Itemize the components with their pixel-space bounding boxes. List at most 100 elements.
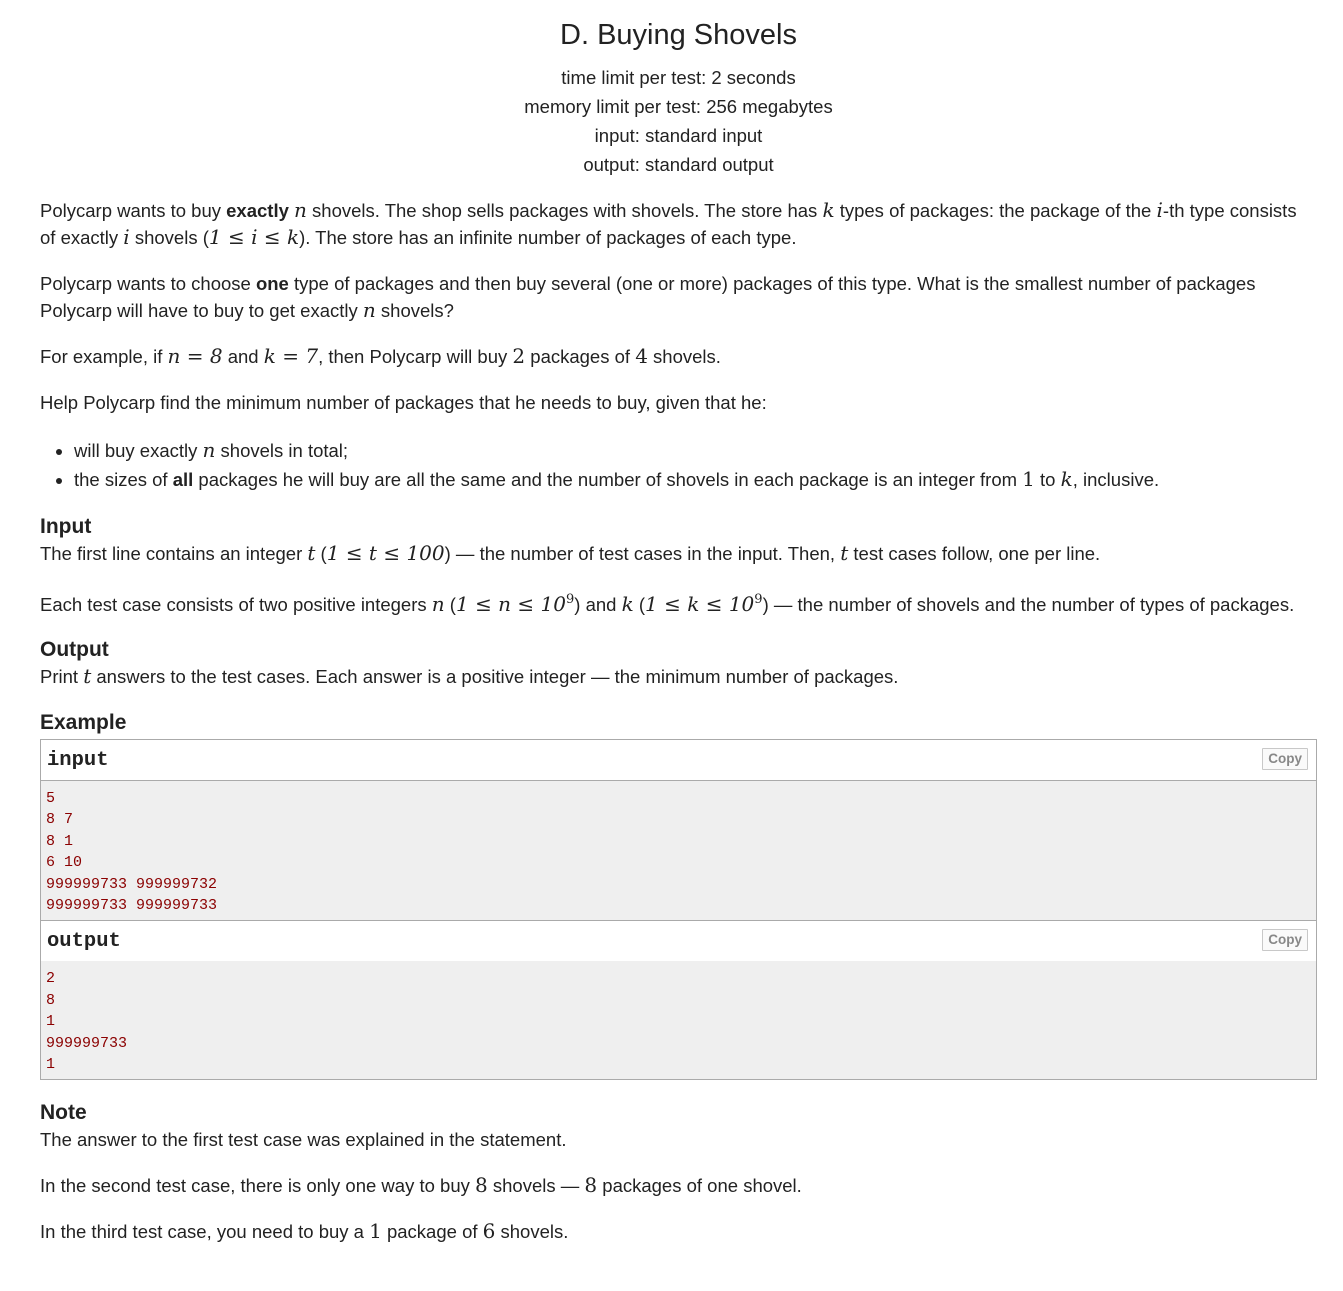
statement-paragraph-1: Polycarp wants to buy exactly n shovels.… <box>40 197 1317 251</box>
math-expr: n = 8 <box>167 344 223 368</box>
statement-paragraph-2: Polycarp wants to choose one type of pac… <box>40 270 1317 324</box>
text: Polycarp wants to buy <box>40 200 227 221</box>
sample-tests: Example input Copy 5 8 7 8 1 6 10 999999733 … <box>40 710 1317 1081</box>
math-exponent: 9 <box>565 592 575 607</box>
note-paragraph-2: In the second test case, there is only o… <box>40 1172 1317 1199</box>
conditions-list: will buy exactly n shovels in total; the… <box>40 436 1317 494</box>
text: shovels. <box>647 346 721 367</box>
text: In the second test case, there is only o… <box>40 1175 476 1197</box>
text: , inclusive. <box>1072 469 1160 490</box>
text: to <box>1034 469 1061 490</box>
problem-page: D. Buying Shovels time limit per test: 2… <box>0 0 1343 1291</box>
input-header: input Copy <box>41 740 1316 781</box>
text: The first line contains an integer <box>40 543 308 564</box>
text: and <box>222 346 264 367</box>
text: shovels — <box>487 1175 585 1197</box>
text: — the number of shovels and the number o… <box>768 594 1295 615</box>
math-var: n <box>362 298 376 322</box>
copy-input-button[interactable]: Copy <box>1262 748 1308 770</box>
math-number: 6 <box>482 1219 496 1244</box>
bold-text: one <box>255 273 289 294</box>
math-var: k <box>621 592 634 616</box>
math-expr: k = 7 <box>263 344 319 368</box>
output-label: output <box>47 930 121 954</box>
text: Each test case consists of two positive … <box>40 594 432 615</box>
note-section: Note The answer to the first test case w… <box>40 1100 1317 1245</box>
text: In the third test case, you need to buy … <box>40 1221 370 1243</box>
note-paragraph-1: The answer to the first test case was ex… <box>40 1129 567 1151</box>
test-line: 1 <box>46 1013 56 1031</box>
problem-statement: D. Buying Shovels time limit per test: 2… <box>40 0 1317 1245</box>
math-number: 2 <box>512 344 526 368</box>
test-line: 8 <box>46 991 56 1009</box>
text: shovels in total; <box>215 440 349 461</box>
test-line: 1 <box>46 1056 56 1074</box>
math-number: 8 <box>475 1173 488 1198</box>
test-line: 8 1 <box>46 832 74 850</box>
problem-header: D. Buying Shovels time limit per test: 2… <box>40 0 1317 179</box>
list-item: will buy exactly n shovels in total; <box>74 436 1317 465</box>
test-line: 999999733 999999733 <box>46 897 218 915</box>
math-var: t <box>83 664 92 688</box>
math-number: 8 <box>584 1173 598 1198</box>
text: packages he will buy are all the same an… <box>193 469 1023 490</box>
list-item: the sizes of all packages he will buy ar… <box>74 465 1317 494</box>
bold-text: exactly <box>226 200 289 221</box>
test-line: 999999733 999999732 <box>46 875 218 893</box>
output-content[interactable]: 2 8 1 999999733 1 <box>41 961 1316 1079</box>
output-specification: Output Print t answers to the test cases… <box>40 637 1317 690</box>
text: shovels ( <box>129 227 209 248</box>
math-exponent: 9 <box>754 592 763 607</box>
memory-limit: memory limit per test: 256 megabytes <box>524 96 833 117</box>
text: ). The store has an infinite number of p… <box>299 227 797 248</box>
statement-paragraph-3: For example, if n = 8 and k = 7, then Po… <box>40 343 1317 370</box>
math-var: n <box>202 438 216 462</box>
output-paragraph: Print t answers to the test cases. Each … <box>40 663 1317 690</box>
statement-paragraph-4: Help Polycarp find the minimum number of… <box>40 392 767 413</box>
test-line: 999999733 <box>46 1034 128 1052</box>
input-specification: Input The first line contains an integer… <box>40 514 1317 618</box>
input-paragraph-2: Each test case consists of two positive … <box>40 592 1295 616</box>
example-title: Example <box>40 711 127 734</box>
text: test cases follow, one per line. <box>848 543 1101 564</box>
problem-title: D. Buying Shovels <box>560 19 797 51</box>
note-paragraph-3: In the third test case, you need to buy … <box>40 1218 1317 1245</box>
test-line: 2 <box>46 970 56 988</box>
bold-text: all <box>172 469 194 490</box>
text: package of <box>381 1221 483 1243</box>
test-line: 6 10 <box>46 854 83 872</box>
input-type: input: standard input <box>594 125 763 146</box>
math-number: 4 <box>635 344 648 368</box>
math-expr: 1 ≤ n ≤ 10 <box>455 592 566 616</box>
text: — the number of test cases in the input.… <box>450 543 841 564</box>
math-expr: 1 ≤ t ≤ 100 <box>326 541 445 565</box>
input-label: input <box>47 749 109 772</box>
math-number: 1 <box>369 1219 382 1244</box>
text: For example, if <box>40 346 168 367</box>
math-number: 1 <box>1022 467 1035 491</box>
text: packages of one shovel. <box>597 1175 802 1197</box>
math-var: k <box>822 198 835 222</box>
text: packages of <box>525 346 636 367</box>
time-limit: time limit per test: 2 seconds <box>561 67 796 88</box>
text: types of packages: the package of the <box>834 200 1157 221</box>
math-var: n <box>294 198 307 222</box>
text: Print <box>40 666 84 687</box>
sample-test: input Copy 5 8 7 8 1 6 10 999999733 99999973… <box>40 739 1317 1081</box>
note-title: Note <box>40 1101 87 1125</box>
text: the sizes of <box>74 469 173 490</box>
test-line: 5 <box>46 790 56 807</box>
math-expr: 1 ≤ i ≤ k <box>208 225 300 249</box>
input-section-title: Input <box>40 515 92 538</box>
math-var: t <box>307 541 316 565</box>
text: shovels. The shop sells packages with sh… <box>306 200 823 221</box>
text: Polycarp wants to choose <box>40 273 256 294</box>
text: will buy exactly <box>74 440 203 461</box>
copy-output-button[interactable]: Copy <box>1262 929 1308 952</box>
text: , then Polycarp will buy <box>318 346 513 367</box>
math-expr: 1 ≤ k ≤ 10 <box>645 592 755 616</box>
math-var: n <box>431 592 445 616</box>
output-type: output: standard output <box>583 154 774 175</box>
input-content[interactable]: 5 8 7 8 1 6 10 999999733 999999732 999999733 … <box>41 781 1316 920</box>
output-header: output Copy <box>41 920 1316 962</box>
